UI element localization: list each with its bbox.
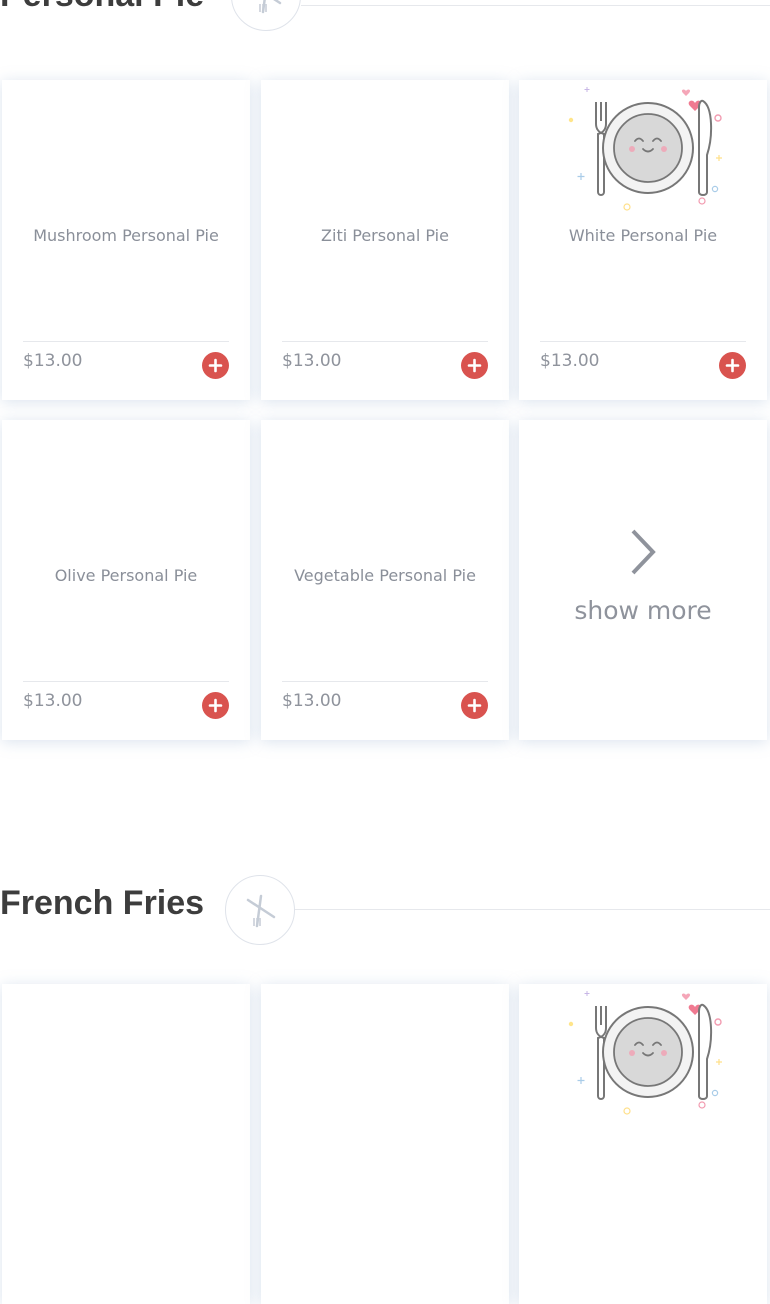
add-to-cart-button[interactable] — [461, 692, 488, 719]
plus-icon — [208, 698, 223, 713]
item-image — [261, 984, 509, 1124]
item-price: $13.00 — [540, 351, 600, 371]
show-more-label: show more — [574, 596, 712, 625]
menu-item-card[interactable] — [519, 984, 767, 1304]
item-image — [261, 420, 509, 560]
menu-item-card[interactable]: White Personal Pie $13.00 — [519, 80, 767, 400]
fork-knife-icon — [225, 875, 295, 945]
section-divider — [295, 909, 770, 910]
item-price: $13.00 — [23, 351, 83, 371]
card-divider — [282, 681, 488, 682]
chevron-right-icon — [519, 528, 767, 580]
item-price: $13.00 — [282, 691, 342, 711]
item-image — [2, 420, 250, 560]
section-title: Personal Pie — [0, 0, 204, 30]
menu-item-card[interactable]: Ziti Personal Pie $13.00 — [261, 80, 509, 400]
menu-item-card[interactable]: Vegetable Personal Pie $13.00 — [261, 420, 509, 740]
item-name: Mushroom Personal Pie — [33, 226, 219, 245]
add-to-cart-button[interactable] — [202, 692, 229, 719]
add-to-cart-button[interactable] — [719, 352, 746, 379]
section-header-personal-pie: Personal Pie — [0, 0, 770, 31]
plus-icon — [208, 358, 223, 373]
item-image — [519, 984, 767, 1124]
item-image — [2, 80, 250, 220]
menu-item-card[interactable] — [261, 984, 509, 1304]
add-to-cart-button[interactable] — [202, 352, 229, 379]
item-price: $13.00 — [282, 351, 342, 371]
smiling-plate-icon — [568, 991, 722, 1115]
card-divider — [282, 341, 488, 342]
card-divider — [540, 341, 746, 342]
menu-item-card[interactable] — [2, 984, 250, 1304]
item-name: Ziti Personal Pie — [321, 226, 449, 245]
menu-item-card[interactable]: Mushroom Personal Pie $13.00 — [2, 80, 250, 400]
menu-item-card[interactable]: Olive Personal Pie $13.00 — [2, 420, 250, 740]
item-name: White Personal Pie — [568, 226, 718, 245]
item-image — [261, 80, 509, 220]
plus-icon — [467, 358, 482, 373]
section-header-french-fries: French Fries — [0, 868, 770, 945]
add-to-cart-button[interactable] — [461, 352, 488, 379]
show-more-card[interactable]: show more — [519, 420, 767, 740]
item-name: Vegetable Personal Pie — [294, 566, 476, 585]
section-title: French Fries — [0, 884, 205, 922]
section-divider — [301, 5, 770, 6]
item-image — [2, 984, 250, 1124]
item-price: $13.00 — [23, 691, 83, 711]
item-image — [519, 80, 767, 220]
smiling-plate-icon — [568, 87, 722, 211]
card-divider — [23, 341, 229, 342]
plus-icon — [467, 698, 482, 713]
fork-knife-icon — [231, 0, 301, 31]
item-name: Olive Personal Pie — [54, 566, 198, 585]
plus-icon — [725, 358, 740, 373]
card-divider — [23, 681, 229, 682]
